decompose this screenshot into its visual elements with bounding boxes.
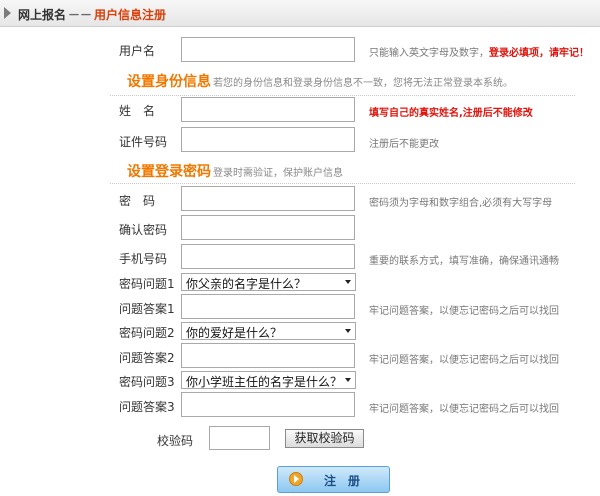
password-input[interactable] [181,186,355,211]
phone-label: 手机号码 [119,252,168,266]
confirm-password-label: 确认密码 [119,223,168,237]
breadcrumb-bar: 网上报名 －－ 用户信息注册 [0,0,600,27]
answer3-tip: 牢记问题答案，以便忘记密码之后可以找回 [369,404,559,415]
divider [110,183,575,184]
name-label: 姓 名 [119,104,156,118]
breadcrumb: 网上报名 －－ 用户信息注册 [18,6,166,23]
section-note-identity: 若您的身份信息和登录身份信息不一致，您将无法正常登录本系统。 [213,78,513,89]
question2-select[interactable]: 你的爱好是什么？ [181,322,356,340]
id-number-tip: 注册后不能更改 [369,139,439,150]
answer2-input[interactable] [181,343,355,368]
section-title-identity: 设置身份信息 [127,74,211,90]
triangle-arrow-icon [4,7,11,19]
username-input[interactable] [181,37,355,62]
register-button[interactable]: 注 册 [277,466,390,493]
phone-input[interactable] [181,244,355,269]
name-input[interactable] [181,97,355,122]
phone-tip: 重要的联系方式，填写准确，确保通讯通畅 [369,256,559,267]
dropdown-arrow-icon [345,329,351,333]
answer2-label: 问题答案2 [119,351,175,365]
password-label: 密 码 [119,194,156,208]
id-number-input[interactable] [181,127,355,152]
answer2-tip: 牢记问题答案，以便忘记密码之后可以找回 [369,355,559,366]
section-note-login-password: 登录时需验证，保护账户信息 [213,168,343,179]
play-icon [289,472,303,486]
question1-select[interactable]: 你父亲的名字是什么？ [181,273,356,291]
divider [110,95,575,96]
question3-select[interactable]: 你小学班主任的名字是什么？ [181,371,356,389]
question1-label: 密码问题1 [119,277,175,291]
get-captcha-button[interactable]: 获取校验码 [285,429,364,448]
answer1-input[interactable] [181,294,355,319]
username-required-tip: 登录必填项，请牢记！ [489,48,589,59]
question1-value: 你父亲的名字是什么？ [186,277,307,291]
answer1-label: 问题答案1 [119,302,175,316]
name-tip: 填写自己的真实姓名,注册后不能修改 [369,108,533,119]
question3-value: 你小学班主任的名字是什么？ [186,375,343,389]
username-tip: 只能输入英文字母及数字，登录必填项，请牢记！ [369,44,589,59]
password-tip: 密码须为字母和数字组合,必须有大写字母 [369,198,553,209]
id-number-label: 证件号码 [119,135,168,149]
username-tip-text: 只能输入英文字母及数字， [369,48,489,59]
captcha-input[interactable] [209,426,270,450]
answer3-input[interactable] [181,392,355,417]
username-label: 用户名 [119,44,156,58]
dropdown-arrow-icon [345,378,351,382]
confirm-password-input[interactable] [181,215,355,240]
answer1-tip: 牢记问题答案，以便忘记密码之后可以找回 [369,306,559,317]
answer3-label: 问题答案3 [119,400,175,414]
section-title-login-password: 设置登录密码 [127,164,211,180]
breadcrumb-current: 用户信息注册 [94,8,167,22]
dropdown-arrow-icon [345,280,351,284]
breadcrumb-separator: －－ [68,8,93,22]
breadcrumb-root[interactable]: 网上报名 [18,8,66,22]
captcha-label: 校验码 [157,434,194,448]
register-button-label: 注 册 [324,474,361,488]
question2-value: 你的爱好是什么？ [186,326,283,340]
question3-label: 密码问题3 [119,375,175,389]
question2-label: 密码问题2 [119,326,175,340]
